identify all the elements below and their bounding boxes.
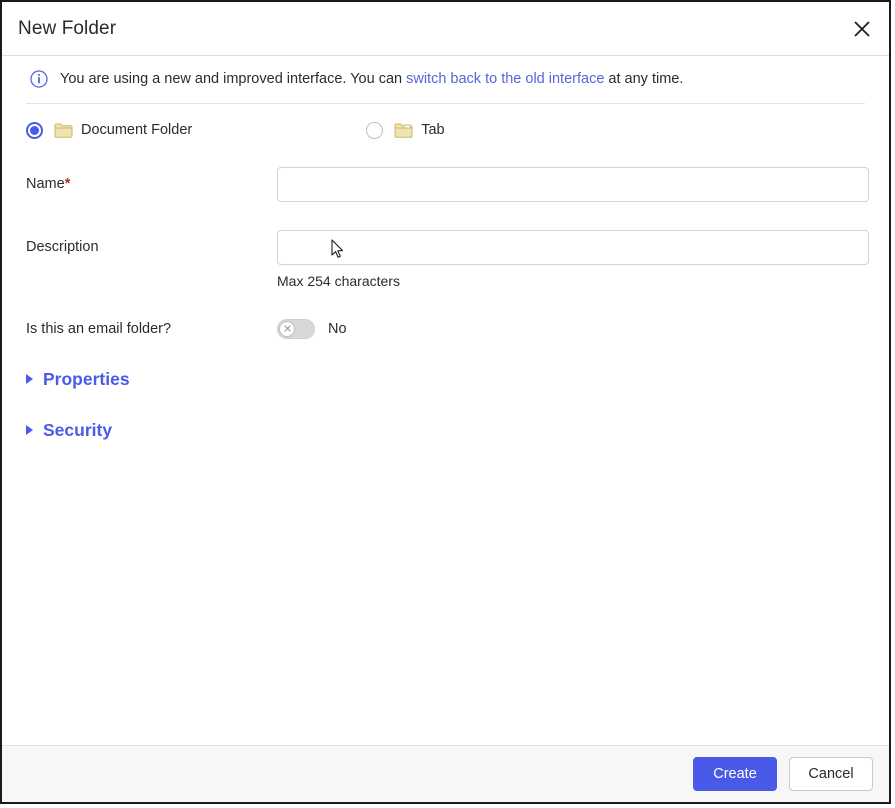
email-folder-label: Is this an email folder?: [26, 321, 277, 337]
name-field-wrap: [277, 167, 869, 202]
name-input[interactable]: [277, 167, 869, 202]
dialog-footer: Create Cancel: [2, 745, 889, 802]
info-banner-text-after: at any time.: [604, 71, 683, 87]
radio-indicator-unselected[interactable]: [366, 122, 383, 139]
folder-icon: [54, 122, 73, 138]
info-banner-text-before: You are using a new and improved interfa…: [60, 71, 406, 87]
section-security[interactable]: Security: [2, 420, 889, 441]
email-folder-toggle[interactable]: [277, 319, 315, 339]
create-button[interactable]: Create: [693, 757, 777, 791]
description-field-wrap: Max 254 characters: [277, 230, 869, 289]
description-input[interactable]: [277, 230, 869, 265]
info-banner-text: You are using a new and improved interfa…: [60, 70, 683, 89]
radio-option-tab[interactable]: Tab: [366, 122, 444, 139]
section-security-label: Security: [43, 420, 112, 441]
name-label: Name*: [26, 167, 277, 192]
name-label-text: Name: [26, 176, 65, 192]
close-icon-glyph: [852, 19, 872, 39]
section-properties-label: Properties: [43, 369, 130, 390]
description-label: Description: [26, 230, 277, 255]
cancel-button[interactable]: Cancel: [789, 757, 873, 791]
info-banner: You are using a new and improved interfa…: [26, 56, 865, 104]
name-row: Name*: [26, 167, 869, 202]
dialog-body: You are using a new and improved interfa…: [2, 56, 889, 745]
radio-label-tab: Tab: [421, 122, 444, 138]
close-x-icon: [283, 324, 292, 333]
section-properties[interactable]: Properties: [2, 369, 889, 390]
description-row: Description Max 254 characters: [26, 230, 869, 289]
chevron-right-icon: [26, 374, 33, 384]
toggle-knob: [279, 321, 295, 337]
email-folder-state-label: No: [328, 321, 347, 337]
chevron-right-icon: [26, 425, 33, 435]
new-folder-dialog: New Folder You are using a new and impro…: [0, 0, 891, 804]
required-marker: *: [65, 176, 71, 192]
close-icon[interactable]: [845, 12, 879, 46]
page-title: New Folder: [2, 18, 116, 40]
dialog-header: New Folder: [2, 2, 889, 56]
folder-type-radio-group: Document Folder Tab: [2, 104, 889, 139]
radio-indicator-selected[interactable]: [26, 122, 43, 139]
description-helper-text: Max 254 characters: [277, 273, 869, 289]
folder-form: Name* Description Max 254 characters: [2, 167, 889, 339]
switch-interface-link[interactable]: switch back to the old interface: [406, 71, 604, 87]
info-circle-icon: [30, 70, 48, 88]
radio-label-document-folder: Document Folder: [81, 122, 192, 138]
folder-tab-icon: [394, 122, 413, 138]
email-folder-row: Is this an email folder? No: [26, 319, 869, 339]
radio-option-document-folder[interactable]: Document Folder: [26, 122, 192, 139]
